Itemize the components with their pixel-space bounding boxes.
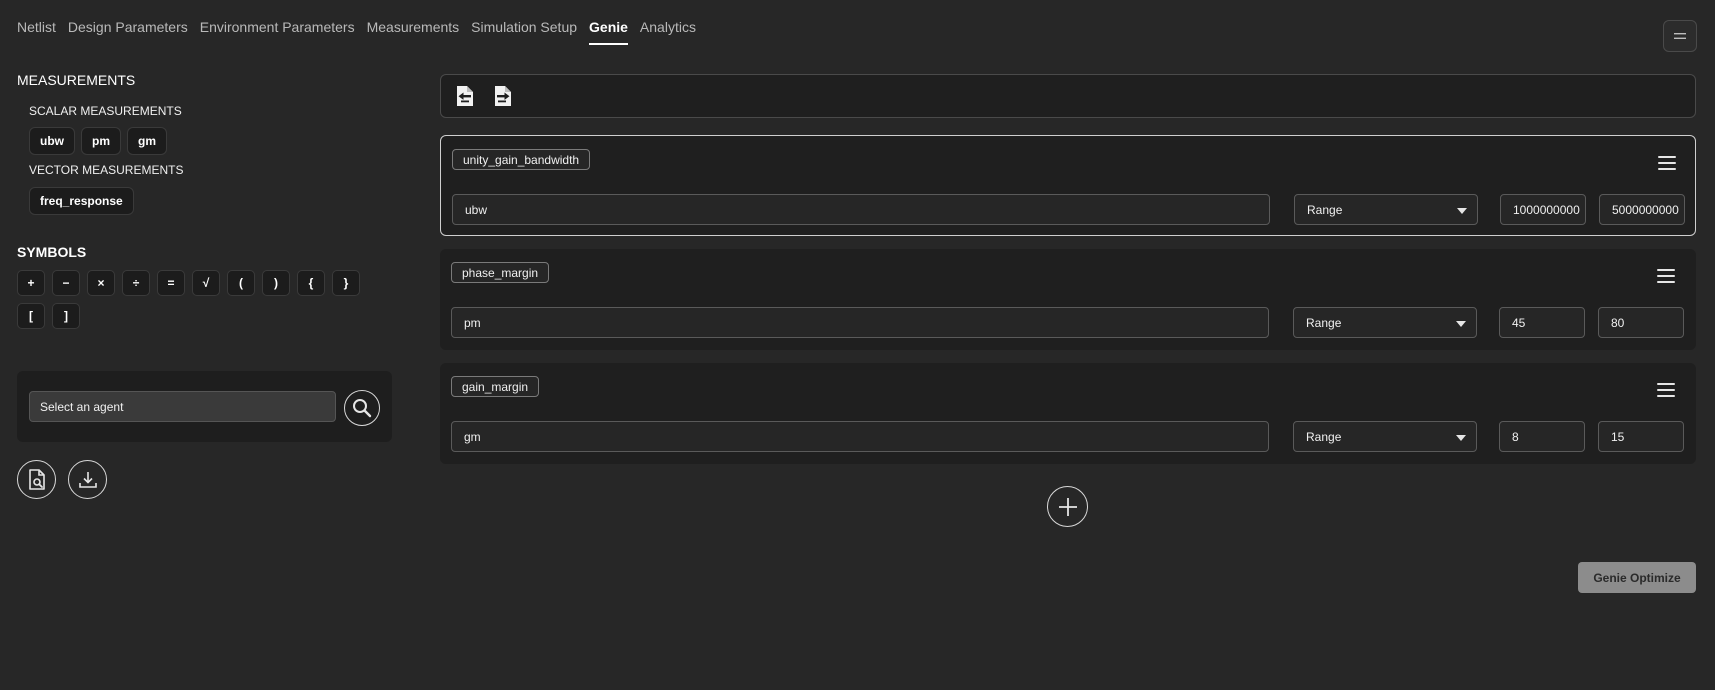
download-button[interactable]: [68, 460, 107, 499]
add-spec-button[interactable]: [1047, 486, 1088, 527]
tab-genie[interactable]: Genie: [589, 19, 628, 45]
hamburger-icon-bar: [1657, 395, 1675, 397]
spec-menu-button[interactable]: [1657, 269, 1675, 283]
symbol-open-paren[interactable]: (: [227, 270, 255, 296]
genie-page: Netlist Design Parameters Environment Pa…: [0, 0, 1715, 690]
spec-name[interactable]: gain_margin: [451, 376, 540, 397]
measurement-palette: MEASUREMENTS SCALAR MEASUREMENTS ubw pm …: [17, 72, 392, 329]
search-icon: [353, 399, 372, 418]
agent-search-button[interactable]: [344, 390, 380, 426]
import-button[interactable]: [455, 85, 477, 109]
caret-down-icon: [1456, 435, 1466, 441]
spec-max-input[interactable]: 15: [1598, 421, 1684, 452]
tab-measurements[interactable]: Measurements: [367, 19, 460, 45]
symbol-plus[interactable]: +: [17, 270, 45, 296]
scalar-measurements-title: SCALAR MEASUREMENTS: [29, 104, 182, 118]
spec-expression-input[interactable]: gm: [451, 421, 1269, 452]
spec-mode-select[interactable]: Range: [1294, 194, 1478, 225]
hamburger-icon-bar: [1657, 275, 1675, 277]
spec-min-input[interactable]: 45: [1499, 307, 1585, 338]
tab-environment-parameters[interactable]: Environment Parameters: [200, 19, 355, 45]
tab-design-parameters[interactable]: Design Parameters: [68, 19, 188, 45]
spec-expression-input[interactable]: pm: [451, 307, 1269, 338]
spec-card-gain-margin[interactable]: gain_margin gm Range 8 15: [440, 363, 1696, 464]
spec-max-input[interactable]: 5000000000: [1599, 194, 1685, 225]
symbol-sqrt[interactable]: √: [192, 270, 220, 296]
spec-mode-select[interactable]: Range: [1293, 307, 1477, 338]
symbol-open-brace[interactable]: {: [297, 270, 325, 296]
measurement-chip-pm[interactable]: pm: [81, 127, 121, 155]
file-search-icon: [28, 468, 45, 490]
spec-name[interactable]: unity_gain_bandwidth: [452, 149, 591, 170]
hamburger-icon-bar: [1658, 162, 1676, 164]
symbol-minus[interactable]: −: [52, 270, 80, 296]
plus-icon: [1058, 497, 1077, 516]
download-icon: [78, 471, 97, 488]
spec-mode-value: Range: [1306, 429, 1342, 444]
agent-input[interactable]: Select an agent: [29, 391, 336, 422]
agent-selector: Select an agent: [17, 371, 392, 442]
symbol-divide[interactable]: ÷: [122, 270, 150, 296]
hamburger-icon-bar: [1658, 156, 1676, 158]
measurement-chip-freq-response[interactable]: freq_response: [29, 187, 134, 215]
top-nav: Netlist Design Parameters Environment Pa…: [17, 19, 696, 45]
symbol-multiply[interactable]: ×: [87, 270, 115, 296]
symbol-equals[interactable]: =: [157, 270, 185, 296]
hamburger-icon-bar: [1657, 389, 1675, 391]
vector-measurements-title: VECTOR MEASUREMENTS: [29, 163, 184, 177]
symbols-title: SYMBOLS: [17, 244, 87, 260]
measurements-title: MEASUREMENTS: [17, 72, 136, 88]
file-import-icon: [457, 86, 473, 106]
symbol-close-bracket[interactable]: ]: [52, 303, 80, 329]
hamburger-icon-bar: [1657, 269, 1675, 271]
caret-down-icon: [1457, 208, 1467, 214]
measurement-chip-ubw[interactable]: ubw: [29, 127, 75, 155]
hamburger-icon-bar: [1657, 383, 1675, 385]
vector-measurements-list: freq_response: [29, 187, 392, 215]
spec-min-input[interactable]: 1000000000: [1500, 194, 1586, 225]
spec-mode-value: Range: [1306, 315, 1342, 330]
spec-menu-button[interactable]: [1658, 156, 1676, 170]
spec-max-input[interactable]: 80: [1598, 307, 1684, 338]
menu-button[interactable]: [1663, 20, 1697, 52]
hamburger-icon: [1674, 33, 1686, 39]
tab-netlist[interactable]: Netlist: [17, 19, 56, 45]
tab-analytics[interactable]: Analytics: [640, 19, 696, 45]
spec-card-phase-margin[interactable]: phase_margin pm Range 45 80: [440, 249, 1696, 350]
spec-toolbar: [440, 74, 1696, 118]
spec-mode-select[interactable]: Range: [1293, 421, 1477, 452]
spec-min-input[interactable]: 8: [1499, 421, 1585, 452]
tab-simulation-setup[interactable]: Simulation Setup: [471, 19, 577, 45]
spec-menu-button[interactable]: [1657, 383, 1675, 397]
symbol-open-bracket[interactable]: [: [17, 303, 45, 329]
spec-mode-value: Range: [1307, 202, 1343, 217]
hamburger-icon-bar: [1658, 168, 1676, 170]
export-button[interactable]: [493, 85, 515, 109]
measurement-chip-gm[interactable]: gm: [127, 127, 167, 155]
scalar-measurements-list: ubw pm gm: [29, 127, 392, 155]
file-export-icon: [495, 86, 511, 106]
spec-expression-input[interactable]: ubw: [452, 194, 1270, 225]
spec-name[interactable]: phase_margin: [451, 262, 550, 283]
inspect-file-button[interactable]: [17, 460, 56, 499]
genie-optimize-button[interactable]: Genie Optimize: [1578, 562, 1696, 593]
spec-card-unity-gain-bandwidth[interactable]: unity_gain_bandwidth ubw Range 100000000…: [440, 135, 1696, 236]
hamburger-icon-bar: [1657, 281, 1675, 283]
symbol-close-brace[interactable]: }: [332, 270, 360, 296]
caret-down-icon: [1456, 321, 1466, 327]
symbol-close-paren[interactable]: ): [262, 270, 290, 296]
symbols-grid: + − × ÷ = √ ( ) { } [ ]: [17, 270, 392, 329]
